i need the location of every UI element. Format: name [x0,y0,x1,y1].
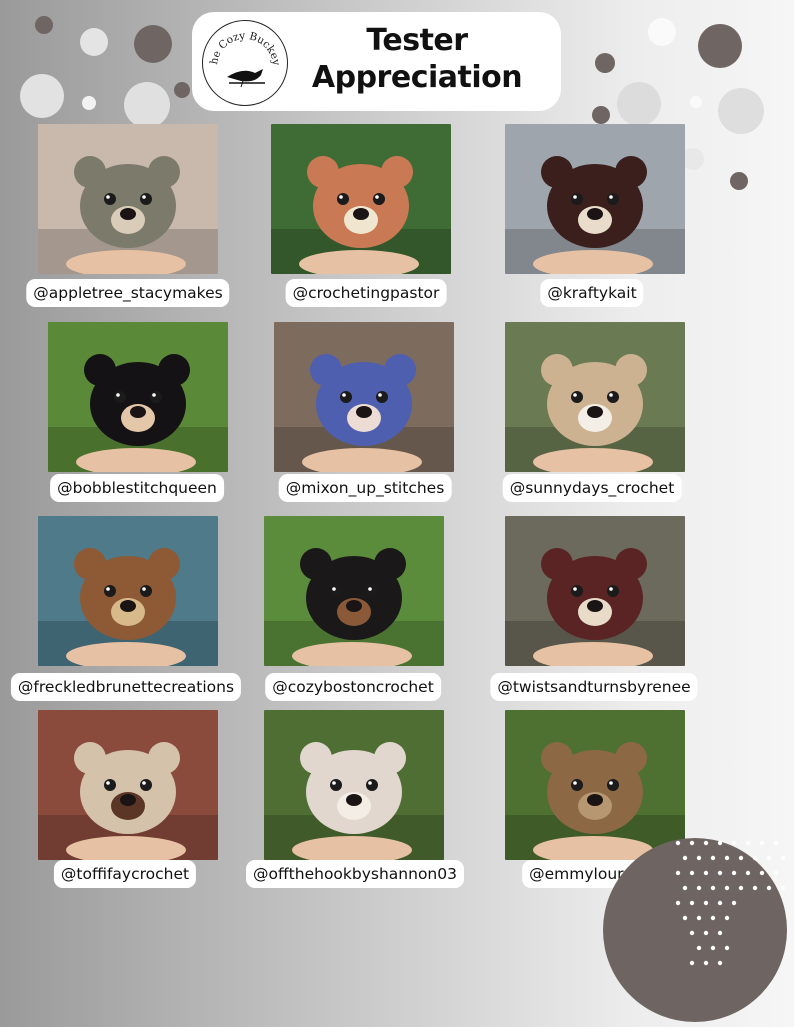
decorative-dot [682,148,704,170]
tester-photo [264,710,444,860]
tester-handle-label: @cozybostoncrochet [265,673,441,701]
bear-amigurumi-icon [48,354,228,472]
tester-handle-label: @freckledbrunettecreations [10,673,242,701]
tester-handle-label: @offthehookbyshannon03 [246,860,464,888]
tester-handle-label: @kraftykait [540,279,644,307]
decorative-dot [592,106,610,124]
tester-photo [505,124,685,274]
bear-amigurumi-icon [38,156,218,274]
tester-photo [38,710,218,860]
decorative-dot [718,88,764,134]
decorative-dot [174,82,190,98]
tester-handle-label: @bobblestitchqueen [50,474,224,502]
bear-amigurumi-icon [505,742,685,860]
svg-text:The Cozy Buckeye: The Cozy Buckeye [203,21,282,66]
bear-amigurumi-icon [274,354,454,472]
tester-photo [505,710,685,860]
dot-pattern-icon [675,840,786,966]
decorative-dot [80,28,108,56]
brand-logo: The Cozy Buckeye [202,20,288,106]
bear-amigurumi-icon [264,548,444,666]
bear-amigurumi-icon [505,354,685,472]
decorative-dot [82,96,96,110]
tester-handle-label: @sunnydays_crochet [502,474,682,502]
decorative-dot [648,18,676,46]
bear-amigurumi-icon [38,742,218,860]
decorative-dot [595,53,615,73]
bear-amigurumi-icon [38,548,218,666]
tester-photo [38,516,218,666]
header-card: The Cozy Buckeye Tester Appreciation [192,12,561,111]
decorative-dot [617,82,661,126]
logo-text: The Cozy Buckeye [203,21,282,66]
tester-handle-label: @twistsandturnsbyrenee [490,673,698,701]
tester-photo [274,322,454,472]
decorative-dot [730,172,748,190]
tester-photo [264,516,444,666]
title-line-2: Appreciation [311,60,523,95]
decorative-dot [124,82,170,128]
decorative-dot [20,74,64,118]
bear-amigurumi-icon [271,156,451,274]
tester-photo [48,322,228,472]
tester-photo [505,516,685,666]
page-title: Tester Appreciation [292,22,542,96]
tester-handle-label: @appletree_stacymakes [26,279,230,307]
tester-handle-label: @mixon_up_stitches [278,474,452,502]
title-line-1: Tester [366,23,468,58]
tester-handle-label: @crochetingpastor [285,279,447,307]
tester-photo [271,124,451,274]
decorative-dot [35,16,53,34]
bear-amigurumi-icon [264,742,444,860]
bear-amigurumi-icon [505,548,685,666]
bird-logo-icon: The Cozy Buckeye [203,21,282,88]
decorative-dot [698,24,742,68]
tester-handle-label: @toffifaycrochet [53,860,197,888]
tester-photo [38,124,218,274]
tester-photo [505,322,685,472]
decorative-dot [134,25,172,63]
bear-amigurumi-icon [505,156,685,274]
decorative-dot [690,96,702,108]
